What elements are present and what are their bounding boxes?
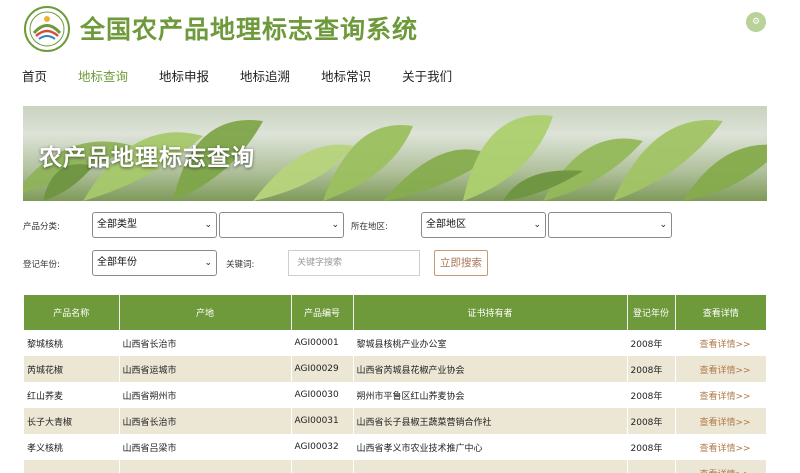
cell-registration-year: 2008年: [627, 382, 676, 408]
category-select-value: 全部类型: [97, 219, 137, 230]
chevron-down-icon: ⌄: [204, 220, 212, 230]
cell-product-name: 孝义核桃: [24, 434, 120, 460]
nav-item-about[interactable]: 关于我们: [402, 66, 452, 88]
site-title: 全国农产品地理标志查询系统: [80, 15, 419, 44]
table-row: 红山荞麦 山西省朔州市 AGI00030 朔州市平鲁区红山荞麦协会 2008年 …: [24, 382, 766, 408]
header-product-name: 产品名称: [24, 295, 120, 330]
view-detail-link[interactable]: 查看详情>>: [675, 460, 766, 473]
region-label: 所在地区:: [351, 222, 388, 232]
cell-product-code: AGI00032: [291, 434, 354, 460]
cell-certificate-holder: 朔州市平鲁区红山荞麦协会: [353, 382, 628, 408]
nav-item-gi-trace[interactable]: 地标追溯: [240, 66, 290, 88]
header-view-detail: 查看详情: [675, 295, 766, 330]
cell-origin: [119, 460, 292, 473]
year-select-value: 全部年份: [97, 257, 137, 268]
cell-certificate-holder: 黎城县核桃产业办公室: [353, 330, 628, 356]
nav-item-home[interactable]: 首页: [22, 66, 47, 88]
chevron-down-icon: ⌄: [533, 220, 541, 230]
cell-product-name: 芮城花椒: [24, 356, 120, 382]
cell-registration-year: [627, 460, 676, 473]
view-detail-link[interactable]: 查看详情>>: [675, 408, 766, 434]
cell-registration-year: 2008年: [627, 356, 676, 382]
year-label: 登记年份:: [23, 260, 60, 270]
header-origin: 产地: [119, 295, 292, 330]
cell-registration-year: 2008年: [627, 434, 676, 460]
region-select-value: 全部地区: [426, 219, 466, 230]
cell-origin: 山西省长治市: [119, 408, 292, 434]
header-certificate-holder: 证书持有者: [353, 295, 628, 330]
main-nav: 首页 地标查询 地标申报 地标追溯 地标常识 关于我们: [22, 66, 483, 88]
cell-product-code: AGI00029: [291, 356, 354, 382]
table-row: 孝义核桃 山西省吕梁市 AGI00032 山西省孝义市农业技术推广中心 2008…: [24, 434, 766, 460]
gi-logo-icon[interactable]: [24, 6, 70, 52]
banner-title: 农产品地理标志查询: [39, 145, 255, 171]
nav-item-gi-query[interactable]: 地标查询: [78, 66, 128, 88]
table-row: 查看详情>>: [24, 460, 766, 473]
page-banner: 农产品地理标志查询: [23, 106, 767, 201]
table-header-row: 产品名称 产地 产品编号 证书持有者 登记年份 查看详情: [24, 295, 766, 330]
cell-product-name: 黎城核桃: [24, 330, 120, 356]
nav-item-gi-apply[interactable]: 地标申报: [159, 66, 209, 88]
table-row: 黎城核桃 山西省长治市 AGI00001 黎城县核桃产业办公室 2008年 查看…: [24, 330, 766, 356]
view-detail-link[interactable]: 查看详情>>: [675, 330, 766, 356]
table-row: 长子大青椒 山西省长治市 AGI00031 山西省长子县椒王蔬菜营销合作社 20…: [24, 408, 766, 434]
keyword-label: 关键词:: [226, 260, 255, 270]
nav-item-gi-knowledge[interactable]: 地标常识: [321, 66, 371, 88]
cell-certificate-holder: [353, 460, 628, 473]
cell-origin: 山西省朔州市: [119, 382, 292, 408]
chevron-down-icon: ⌄: [204, 258, 212, 268]
cell-certificate-holder: 山西省芮城县花椒产业协会: [353, 356, 628, 382]
cell-origin: 山西省长治市: [119, 330, 292, 356]
cell-origin: 山西省运城市: [119, 356, 292, 382]
cell-registration-year: 2008年: [627, 330, 676, 356]
category-select[interactable]: 全部类型 ⌄: [92, 212, 217, 238]
cell-product-code: AGI00031: [291, 408, 354, 434]
cell-origin: 山西省吕梁市: [119, 434, 292, 460]
cell-registration-year: 2008年: [627, 408, 676, 434]
category-label: 产品分类:: [23, 222, 60, 232]
subregion-select[interactable]: ⌄: [548, 212, 672, 238]
cell-product-name: [24, 460, 120, 473]
subcategory-select[interactable]: ⌄: [219, 212, 344, 238]
user-circle-icon[interactable]: ⚙: [746, 12, 766, 32]
cell-certificate-holder: 山西省长子县椒王蔬菜营销合作社: [353, 408, 628, 434]
view-detail-link[interactable]: 查看详情>>: [675, 434, 766, 460]
cell-product-code: AGI00030: [291, 382, 354, 408]
cell-product-name: 红山荞麦: [24, 382, 120, 408]
cell-product-code: AGI00001: [291, 330, 354, 356]
year-select[interactable]: 全部年份 ⌄: [92, 250, 217, 276]
header-registration-year: 登记年份: [627, 295, 676, 330]
site-header: 全国农产品地理标志查询系统 ⚙: [0, 0, 800, 60]
cell-product-code: [291, 460, 354, 473]
results-table: 产品名称 产地 产品编号 证书持有者 登记年份 查看详情 黎城核桃 山西省长治市…: [24, 295, 766, 473]
keyword-input[interactable]: [288, 250, 420, 276]
cell-certificate-holder: 山西省孝义市农业技术推广中心: [353, 434, 628, 460]
region-select[interactable]: 全部地区 ⌄: [421, 212, 546, 238]
chevron-down-icon: ⌄: [331, 220, 339, 230]
view-detail-link[interactable]: 查看详情>>: [675, 356, 766, 382]
table-row: 芮城花椒 山西省运城市 AGI00029 山西省芮城县花椒产业协会 2008年 …: [24, 356, 766, 382]
view-detail-link[interactable]: 查看详情>>: [675, 382, 766, 408]
chevron-down-icon: ⌄: [659, 220, 667, 230]
search-button[interactable]: 立即搜索: [434, 250, 488, 276]
header-product-code: 产品编号: [291, 295, 354, 330]
cell-product-name: 长子大青椒: [24, 408, 120, 434]
